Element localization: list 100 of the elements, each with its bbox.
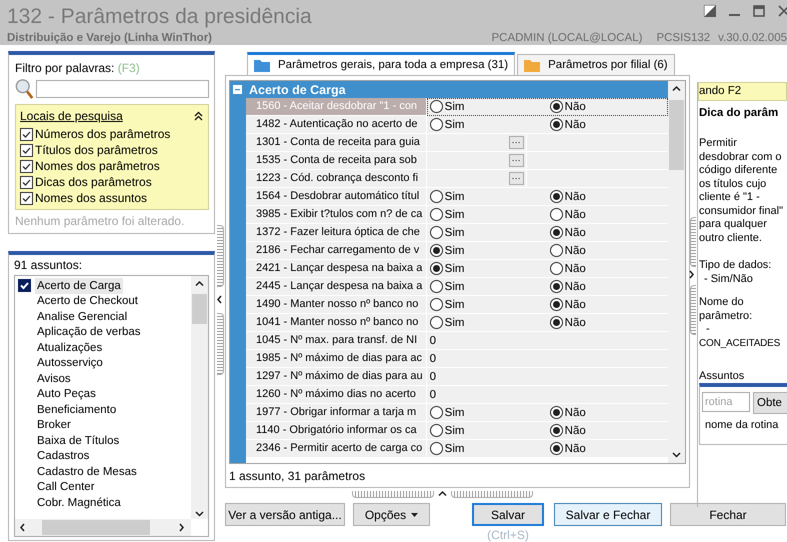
- subject-item[interactable]: Cobr. Magnética: [35, 494, 123, 511]
- parameter-name[interactable]: 1045 - Nº max. para transf. de NI: [246, 332, 427, 350]
- parameter-name[interactable]: 1535 - Conta de receita para sob: [246, 152, 427, 170]
- parameter-name[interactable]: 1260 - Nº máximo dias no acerto: [246, 386, 427, 404]
- checkbox[interactable]: [20, 144, 33, 156]
- search-field[interactable]: [36, 80, 209, 98]
- scroll-down-icon[interactable]: [195, 510, 204, 519]
- action-button[interactable]: Salvar e Fechar: [554, 503, 662, 526]
- parameter-name[interactable]: 1223 - Cód. cobrança desconto fi: [246, 170, 427, 188]
- splitter-handle[interactable]: [352, 491, 434, 498]
- action-button[interactable]: Fechar: [670, 503, 786, 526]
- scroll-up-icon[interactable]: [195, 280, 204, 289]
- action-button[interactable]: Ver a versão antiga...: [225, 503, 345, 526]
- subject-item[interactable]: Acerto de Checkout: [35, 293, 140, 310]
- splitter-handle[interactable]: [216, 313, 224, 375]
- parameter-name[interactable]: 1564 - Desdobrar automático títul: [246, 188, 427, 206]
- checkbox[interactable]: [18, 279, 31, 292]
- scroll-thumb[interactable]: [42, 520, 150, 535]
- close-icon[interactable]: [778, 5, 787, 17]
- action-button[interactable]: Salvar: [472, 503, 544, 526]
- radio-button[interactable]: [430, 226, 443, 239]
- parameter-name[interactable]: 2186 - Fechar carregamento de v: [246, 242, 427, 260]
- parameter-name[interactable]: 1482 - Autenticação no acerto de: [246, 116, 427, 134]
- parameter-name[interactable]: 2346 - Permitir acerto de carga co: [246, 440, 427, 458]
- radio-button[interactable]: [550, 244, 563, 257]
- parameter-name[interactable]: 1140 - Obrigatório informar os ca: [246, 422, 427, 440]
- radio-button[interactable]: [550, 100, 563, 113]
- ellipsis-button[interactable]: ···: [508, 154, 524, 167]
- maximize-icon[interactable]: [753, 5, 765, 17]
- splitter-handle[interactable]: [216, 225, 224, 287]
- radio-button[interactable]: [430, 406, 443, 419]
- checkbox[interactable]: [20, 160, 33, 172]
- parameter-name[interactable]: 1490 - Manter nosso nº banco no: [246, 296, 427, 314]
- radio-button[interactable]: [550, 190, 563, 203]
- ellipsis-button[interactable]: ···: [508, 172, 524, 185]
- checkbox[interactable]: [20, 192, 33, 204]
- radio-button[interactable]: [430, 316, 443, 329]
- subject-item[interactable]: Atualizações: [35, 340, 104, 356]
- collapse-icon[interactable]: [194, 111, 203, 121]
- radio-button[interactable]: [430, 244, 443, 257]
- parameter-name[interactable]: 1372 - Fazer leitura óptica de che: [246, 224, 427, 242]
- scroll-up-icon[interactable]: [672, 85, 681, 94]
- splitter-handle[interactable]: [690, 285, 696, 335]
- checkbox[interactable]: [20, 176, 33, 188]
- radio-button[interactable]: [550, 424, 563, 437]
- radio-button[interactable]: [430, 424, 443, 437]
- scroll-right-icon[interactable]: [178, 523, 187, 532]
- subject-item[interactable]: Broker: [35, 417, 73, 434]
- subject-item[interactable]: Call Center: [35, 479, 97, 496]
- subject-item[interactable]: Auto Peças: [35, 386, 98, 402]
- radio-button[interactable]: [550, 298, 563, 311]
- scroll-thumb[interactable]: [192, 294, 207, 324]
- search-button[interactable]: Obte: [753, 392, 787, 414]
- radio-button[interactable]: [550, 208, 563, 221]
- subject-item[interactable]: Acerto de Carga: [35, 278, 123, 294]
- radio-button[interactable]: [550, 442, 563, 455]
- collapse-left-icon[interactable]: [216, 295, 224, 304]
- radio-button[interactable]: [430, 442, 443, 455]
- parameter-name[interactable]: 2445 - Lançar despesa na baixa a: [246, 278, 427, 296]
- parameter-name[interactable]: 2421 - Lançar despesa na baixa a: [246, 260, 427, 278]
- parameter-name[interactable]: 1977 - Obrigar informar a tarja m: [246, 404, 427, 422]
- scrollbar[interactable]: [15, 519, 191, 536]
- parameter-name[interactable]: 1041 - Manter nosso nº banco no: [246, 314, 427, 332]
- routine-field[interactable]: rotina: [702, 392, 750, 412]
- scrollbar[interactable]: [668, 81, 685, 463]
- subject-item[interactable]: Baixa de Títulos: [35, 432, 122, 449]
- subject-item[interactable]: Analise Gerencial: [35, 308, 130, 325]
- subject-item[interactable]: Aplicação de verbas: [35, 324, 143, 340]
- parameter-name[interactable]: 1297 - Nº máximo de dias para au: [246, 368, 427, 386]
- restore-icon[interactable]: [704, 5, 716, 17]
- scroll-thumb[interactable]: [669, 100, 684, 170]
- parameter-name[interactable]: 1301 - Conta de receita para guia: [246, 134, 427, 152]
- subject-item[interactable]: Cadastro de Mesas: [35, 464, 139, 480]
- splitter-handle[interactable]: [690, 217, 696, 267]
- checkbox[interactable]: [20, 128, 33, 140]
- subject-item[interactable]: Beneficiamento: [35, 402, 118, 418]
- tab[interactable]: Parâmetros por filial (6): [517, 54, 675, 75]
- subject-item[interactable]: Cadastros: [35, 448, 92, 464]
- radio-button[interactable]: [550, 118, 563, 131]
- parameter-name[interactable]: 1985 - Nº máximo de dias para ac: [246, 350, 427, 368]
- scroll-down-icon[interactable]: [672, 451, 681, 460]
- radio-button[interactable]: [430, 280, 443, 293]
- radio-button[interactable]: [550, 262, 563, 275]
- expand-right-icon[interactable]: [688, 270, 697, 279]
- parameter-name[interactable]: 3985 - Exibir t?tulos com n? de ca: [246, 206, 427, 224]
- splitter-handle[interactable]: [451, 491, 533, 498]
- tab[interactable]: Parâmetros gerais, para toda a empresa (31): [247, 52, 516, 75]
- subject-item[interactable]: Autosserviço: [35, 355, 105, 372]
- radio-button[interactable]: [550, 280, 563, 293]
- subject-item[interactable]: Avisos: [35, 370, 73, 387]
- radio-button[interactable]: [430, 262, 443, 275]
- action-button[interactable]: Opções: [353, 503, 430, 526]
- radio-button[interactable]: [430, 298, 443, 311]
- radio-button[interactable]: [430, 190, 443, 203]
- radio-button[interactable]: [550, 316, 563, 329]
- radio-button[interactable]: [550, 226, 563, 239]
- radio-button[interactable]: [430, 100, 443, 113]
- radio-button[interactable]: [430, 118, 443, 131]
- ellipsis-button[interactable]: ···: [508, 136, 524, 149]
- radio-button[interactable]: [430, 208, 443, 221]
